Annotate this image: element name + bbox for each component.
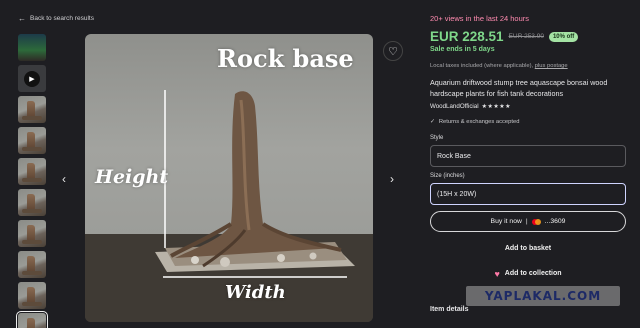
- main-product-image: Rock base Height Width: [85, 34, 373, 322]
- thumbnail-8[interactable]: [18, 251, 46, 278]
- price-row: EUR 228.51 EUR 253.90 10% off: [430, 29, 626, 44]
- divider: |: [525, 218, 528, 225]
- image-label-width: Width: [225, 282, 286, 303]
- rating-stars: ★★★★★: [481, 104, 512, 110]
- heart-outline-icon: ♡: [388, 45, 398, 58]
- discount-badge: 10% off: [548, 31, 579, 42]
- check-icon: ✓: [430, 119, 435, 125]
- taxes-text: Local taxes included (where applicable),: [430, 63, 534, 69]
- thumbnail-5[interactable]: [18, 158, 46, 185]
- buy-it-now-button[interactable]: Buy it now | ...3609: [430, 211, 626, 232]
- add-to-basket-button[interactable]: Add to basket: [430, 238, 626, 259]
- item-details-header[interactable]: Item details: [430, 306, 469, 313]
- thumbnail-7[interactable]: [18, 220, 46, 247]
- previous-image-button[interactable]: ‹: [53, 168, 75, 190]
- thumbnail-strip: ▶: [16, 34, 48, 328]
- size-label: Size (inches): [430, 173, 465, 179]
- watermark: YAPLAKAL.COM: [466, 286, 620, 306]
- add-to-basket-label: Add to basket: [504, 245, 552, 252]
- sale-ends-text: Sale ends in 5 days: [430, 46, 495, 53]
- size-select[interactable]: (15H x 20W): [430, 183, 626, 205]
- current-price: EUR 228.51: [430, 29, 504, 44]
- image-label-rock-base: Rock base: [217, 44, 354, 73]
- chevron-left-icon: ‹: [62, 172, 66, 186]
- add-to-collection-label: Add to collection: [504, 270, 562, 277]
- image-label-height: Height: [95, 166, 169, 188]
- original-price: EUR 253.90: [508, 33, 544, 40]
- thumbnail-video[interactable]: ▶: [18, 65, 46, 92]
- style-label: Style: [430, 135, 444, 141]
- buy-now-label: Buy it now: [490, 218, 522, 225]
- product-info-panel: 20+ views in the last 24 hours EUR 228.5…: [430, 14, 626, 284]
- play-icon: ▶: [24, 70, 40, 87]
- returns-text: Returns & exchanges accepted: [438, 119, 520, 125]
- shop-info: WoodLandOfficial ★★★★★: [430, 103, 626, 110]
- favorite-button[interactable]: ♡: [383, 41, 403, 61]
- back-to-search-link[interactable]: ← Back to search results: [18, 14, 94, 23]
- next-image-button[interactable]: ›: [381, 168, 403, 190]
- mastercard-icon: [531, 218, 541, 225]
- thumbnail-4[interactable]: [18, 127, 46, 154]
- back-link-label: Back to search results: [30, 15, 94, 22]
- size-select-value: (15H x 20W): [437, 190, 477, 198]
- thumbnail-10-selected[interactable]: [16, 311, 48, 328]
- returns-info: ✓ Returns & exchanges accepted: [430, 119, 626, 125]
- shop-name-link[interactable]: WoodLandOfficial: [430, 103, 479, 110]
- style-select-value: Rock Base: [437, 152, 471, 160]
- thumbnail-9[interactable]: [18, 282, 46, 309]
- views-indicator: 20+ views in the last 24 hours: [430, 14, 530, 23]
- add-to-collection-button[interactable]: ♥ Add to collection: [430, 263, 626, 284]
- product-title: Aquarium driftwood stump tree aquascape …: [430, 78, 608, 98]
- postage-link[interactable]: plus postage: [535, 63, 568, 69]
- heart-filled-icon: ♥: [494, 268, 500, 279]
- thumbnail-1[interactable]: [18, 34, 46, 61]
- taxes-note: Local taxes included (where applicable),…: [430, 63, 626, 69]
- arrow-left-icon: ←: [18, 14, 26, 23]
- thumbnail-6[interactable]: [18, 189, 46, 216]
- card-number: ...3609: [544, 218, 566, 225]
- thumbnail-3[interactable]: [18, 96, 46, 123]
- style-select[interactable]: Rock Base: [430, 145, 626, 167]
- chevron-right-icon: ›: [390, 172, 394, 186]
